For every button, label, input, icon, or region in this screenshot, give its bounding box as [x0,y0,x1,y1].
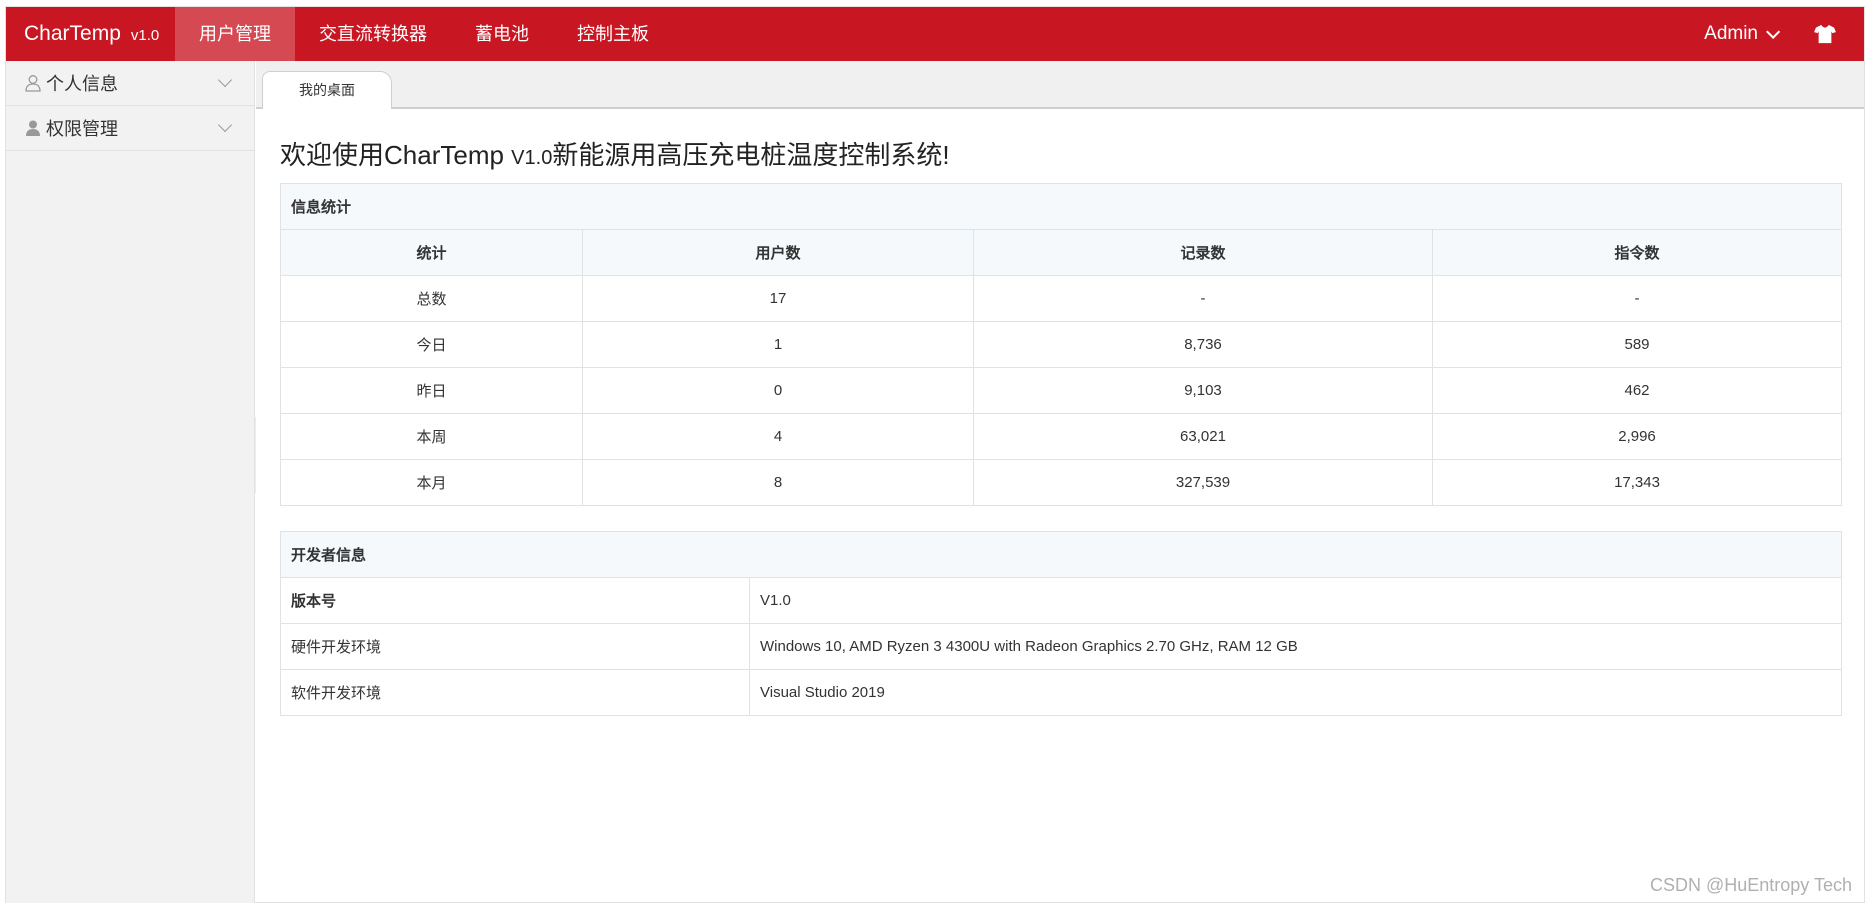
table-cell: 462 [1431,367,1843,414]
stats-header-row: 统计 用户数 记录数 指令数 [280,229,1843,276]
table-row: 硬件开发环境 Windows 10, AMD Ryzen 3 4300U wit… [280,623,1843,670]
table-cell: 327,539 [973,459,1433,506]
nav-user-management[interactable]: 用户管理 [175,7,295,61]
welcome-prefix: 欢迎使用CharTemp [280,140,512,170]
developer-info-table: 开发者信息 版本号 V1.0 硬件开发环境 Windows 10, AMD Ry… [279,531,1843,716]
table-cell: 4 [582,413,974,460]
sidebar-item-label: 权限管理 [46,119,118,139]
table-row: 昨日 0 9,103 462 [280,367,1843,414]
user-filled-icon [26,120,40,136]
stats-caption: 信息统计 [279,183,1843,230]
watermark: CSDN @HuEntropy Tech [1649,875,1852,895]
welcome-suffix: 新能源用高压充电桩温度控制系统! [552,140,950,170]
app-window: CharTemp v1.0 用户管理 交直流转换器 蓄电池 控制主板 Admin … [5,6,1865,903]
header-right: Admin [1704,7,1836,61]
table-cell: 0 [582,367,974,414]
brand-name: CharTemp [24,22,121,45]
table-cell: Windows 10, AMD Ryzen 3 4300U with Radeo… [748,623,1843,670]
table-cell: 本月 [280,459,583,506]
table-cell: 17,343 [1431,459,1843,506]
table-cell: 本周 [280,413,583,460]
table-row: 软件开发环境 Visual Studio 2019 [280,669,1843,716]
table-row: 版本号 V1.0 [280,577,1843,624]
table-row: 今日 1 8,736 589 [280,321,1843,368]
table-cell: - [973,275,1433,322]
column-header: 用户数 [582,229,974,276]
table-cell: 8,736 [973,321,1433,368]
tab-my-desktop[interactable]: 我的桌面 [262,71,392,109]
tshirt-icon[interactable] [1814,24,1836,44]
table-cell: Visual Studio 2019 [748,669,1843,716]
admin-menu[interactable]: Admin [1704,23,1781,45]
table-cell: V1.0 [748,577,1843,624]
table-cell: 63,021 [973,413,1433,460]
table-cell: 软件开发环境 [280,669,750,716]
developer-caption: 开发者信息 [279,531,1843,578]
top-header: CharTemp v1.0 用户管理 交直流转换器 蓄电池 控制主板 Admin [6,7,1864,61]
chevron-down-icon [217,117,233,133]
sidebar-item-personal-info[interactable]: 个人信息 [6,61,254,106]
table-cell: - [1431,275,1843,322]
table-row: 总数 17 - - [280,275,1843,322]
chevron-down-icon [217,72,233,88]
admin-label: Admin [1704,23,1758,44]
stats-caption-row: 信息统计 [279,183,1843,230]
table-cell: 9,103 [973,367,1433,414]
table-cell: 昨日 [280,367,583,414]
tab-bar: 我的桌面 [256,61,1864,109]
table-cell: 今日 [280,321,583,368]
table-cell: 版本号 [280,577,750,624]
top-nav: 用户管理 交直流转换器 蓄电池 控制主板 [175,7,673,61]
table-cell: 1 [582,321,974,368]
table-cell: 589 [1431,321,1843,368]
column-header: 记录数 [973,229,1433,276]
user-outline-icon [25,75,41,92]
brand[interactable]: CharTemp v1.0 [24,7,159,61]
stats-table: 信息统计 统计 用户数 记录数 指令数 总数 17 - - 今日 1 8,736… [279,183,1843,506]
table-row: 本月 8 327,539 17,343 [280,459,1843,506]
brand-version: v1.0 [130,27,160,44]
table-cell: 硬件开发环境 [280,623,750,670]
nav-control-board[interactable]: 控制主板 [553,7,673,61]
nav-battery[interactable]: 蓄电池 [451,7,553,61]
nav-acdc-converter[interactable]: 交直流转换器 [295,7,451,61]
table-cell: 8 [582,459,974,506]
welcome-version: V1.0 [511,147,553,169]
sidebar: 个人信息 权限管理 [6,61,255,903]
table-row: 本周 4 63,021 2,996 [280,413,1843,460]
developer-caption-row: 开发者信息 [279,531,1843,578]
sidebar-item-permissions[interactable]: 权限管理 [6,106,254,151]
main-content: 我的桌面 欢迎使用CharTemp V1.0新能源用高压充电桩温度控制系统! 信… [256,61,1864,902]
table-cell: 17 [582,275,974,322]
welcome-heading: 欢迎使用CharTemp V1.0新能源用高压充电桩温度控制系统! [280,135,950,172]
sidebar-item-label: 个人信息 [46,74,118,94]
table-cell: 2,996 [1431,413,1843,460]
chevron-down-icon [1766,24,1781,39]
column-header: 指令数 [1431,229,1843,276]
column-header: 统计 [280,229,583,276]
table-cell: 总数 [280,275,583,322]
